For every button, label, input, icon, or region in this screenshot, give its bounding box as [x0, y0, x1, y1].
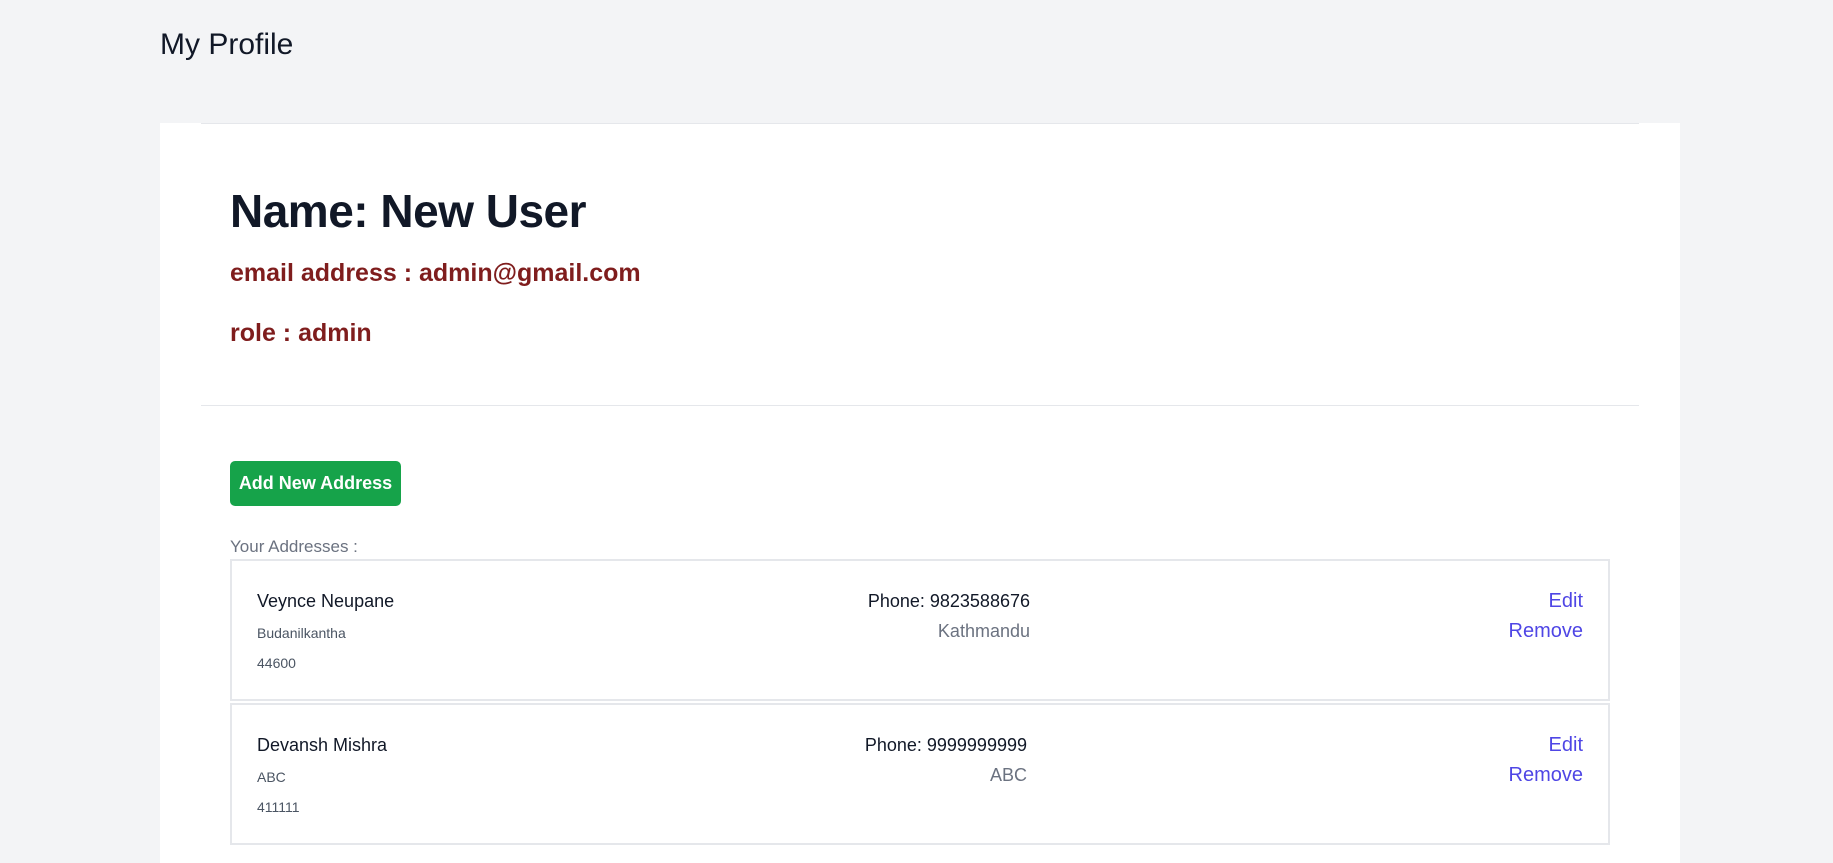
- page-title: My Profile: [160, 28, 294, 61]
- address-contact: Phone: 9823588676 Kathmandu: [868, 589, 1030, 643]
- address-phone: Phone: 9823588676: [867, 591, 1030, 611]
- remove-address-button[interactable]: Remove: [1509, 763, 1583, 787]
- section-divider: [201, 405, 1639, 406]
- address-actions: Edit Remove: [1509, 733, 1583, 793]
- profile-card: Name: New User email address : admin@gma…: [160, 123, 1680, 863]
- address-card: Veynce Neupane Budanilkantha 44600 Phone…: [230, 559, 1610, 701]
- address-name: Devansh Mishra: [257, 735, 388, 755]
- profile-role: role : admin: [230, 319, 372, 347]
- address-contact: Phone: 9999999999 ABC: [865, 733, 1027, 787]
- address-city: Kathmandu: [937, 621, 1030, 641]
- address-name: Veynce Neupane: [257, 591, 395, 611]
- address-street: ABC: [257, 769, 286, 785]
- profile-email: email address : admin@gmail.com: [230, 259, 641, 287]
- remove-address-button[interactable]: Remove: [1509, 619, 1583, 643]
- top-divider: [201, 123, 1639, 124]
- address-phone: Phone: 9999999999: [864, 735, 1027, 755]
- addresses-label: Your Addresses :: [230, 537, 358, 556]
- profile-name: Name: New User: [230, 185, 587, 237]
- address-list: Veynce Neupane Budanilkantha 44600 Phone…: [230, 559, 1610, 847]
- address-card: Devansh Mishra ABC 411111 Phone: 9999999…: [230, 703, 1610, 845]
- address-pincode: 411111: [257, 799, 300, 815]
- edit-address-button[interactable]: Edit: [1549, 733, 1583, 757]
- address-street: Budanilkantha: [257, 625, 346, 641]
- add-new-address-button[interactable]: Add New Address: [230, 461, 401, 506]
- address-pincode: 44600: [257, 655, 296, 671]
- address-actions: Edit Remove: [1509, 589, 1583, 649]
- edit-address-button[interactable]: Edit: [1549, 589, 1583, 613]
- address-city: ABC: [989, 765, 1027, 785]
